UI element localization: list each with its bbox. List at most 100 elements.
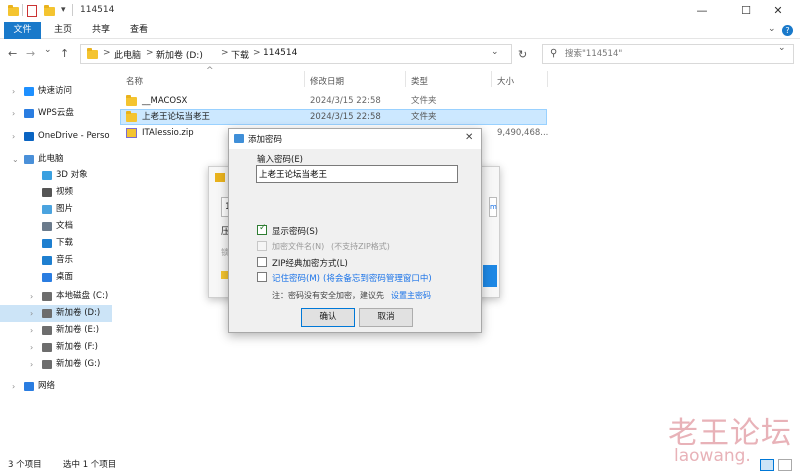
customize-toolbar-icon[interactable]: ▾ [61, 5, 66, 15]
new-folder-icon[interactable] [44, 5, 55, 16]
up-button[interactable]: ↑ [60, 47, 69, 60]
start-button[interactable] [483, 265, 497, 287]
sidebar-item-label: 桌面 [56, 272, 74, 282]
breadcrumb-current[interactable]: 114514 [263, 48, 297, 58]
encrypt-filenames-checkbox[interactable] [257, 241, 267, 251]
sidebar-item-label: 3D 对象 [56, 170, 88, 180]
details-view-button[interactable] [760, 459, 774, 471]
sidebar-item[interactable]: 新加卷 (E:) › [0, 322, 112, 339]
sidebar-item-label: 快速访问 [38, 86, 73, 96]
properties-icon[interactable] [27, 5, 37, 17]
key-icon [234, 134, 244, 143]
show-password-label: 显示密码(S) [272, 227, 319, 237]
tab-file[interactable]: 文件 [4, 22, 41, 39]
folder-icon [87, 48, 98, 59]
dialog-title: 添加密码 [248, 135, 283, 145]
file-size: 9,490,468... [497, 128, 549, 138]
expand-right-icon[interactable]: › [12, 128, 15, 145]
large-icons-view-button[interactable] [778, 459, 792, 471]
breadcrumb-drive-d[interactable]: 新加卷 (D:) [156, 48, 203, 61]
breadcrumb-downloads[interactable]: 下载 [231, 48, 249, 61]
sidebar-item[interactable]: 下载 [0, 235, 112, 252]
cancel-button[interactable]: 取消 [359, 308, 413, 327]
sidebar-item-label: 视频 [56, 187, 74, 197]
close-button[interactable]: ✕ [756, 0, 800, 22]
expand-right-icon[interactable]: › [12, 105, 15, 122]
help-icon[interactable]: ? [782, 25, 793, 36]
sidebar-item[interactable]: 3D 对象 [0, 167, 112, 184]
zip-legacy-checkbox[interactable] [257, 257, 267, 267]
breadcrumb-separator: > [221, 48, 229, 58]
expand-down-icon[interactable]: ⌄ [12, 151, 19, 168]
sidebar-item-label: 下载 [56, 238, 74, 248]
breadcrumb-separator: > [103, 48, 111, 58]
breadcrumb-this-pc[interactable]: 此电脑 [114, 48, 141, 61]
encrypt-filenames-label: 加密文件名(N) [272, 242, 325, 251]
security-note: 注：密码没有安全加密，建议先 [272, 291, 384, 300]
drive-icon [42, 343, 52, 352]
expand-right-icon[interactable]: › [30, 322, 33, 339]
close-icon[interactable]: ✕ [465, 132, 473, 143]
search-box[interactable]: ⚲ [542, 44, 794, 64]
search-dropdown-icon[interactable]: ⌄ [778, 43, 786, 53]
file-type: 文件夹 [411, 96, 437, 106]
divider [304, 71, 305, 87]
search-input[interactable] [565, 47, 785, 61]
sidebar-item[interactable]: 快速访问 › [0, 83, 112, 100]
tab-home[interactable]: 主页 [48, 22, 78, 39]
desktop-icon [42, 273, 52, 282]
sidebar-item[interactable]: 新加卷 (D:) › [0, 305, 112, 322]
browse-button[interactable]: m [489, 197, 497, 217]
address-dropdown-icon[interactable]: ⌄ [491, 47, 499, 57]
sidebar-item[interactable]: 此电脑 ⌄ [0, 151, 112, 168]
password-input[interactable] [256, 165, 458, 183]
recent-locations-button[interactable]: ⌄ [44, 45, 52, 55]
drive-icon [42, 360, 52, 369]
column-date[interactable]: 修改日期 [310, 75, 344, 87]
divider [405, 71, 406, 87]
sidebar-item[interactable]: OneDrive - Perso › [0, 128, 112, 145]
forward-button[interactable]: → [26, 47, 35, 60]
minimize-button[interactable]: — [680, 0, 724, 22]
divider [72, 4, 73, 16]
sidebar-item[interactable]: 新加卷 (F:) › [0, 339, 112, 356]
tab-share[interactable]: 共享 [86, 22, 116, 39]
selection-count: 选中 1 个项目 [63, 460, 117, 470]
picture-icon [42, 205, 52, 214]
file-row-selected[interactable]: 上老王论坛当老王 2024/3/15 22:58 文件夹 [120, 109, 547, 125]
sort-indicator-icon: ^ [206, 66, 214, 76]
expand-right-icon[interactable]: › [30, 288, 33, 305]
expand-right-icon[interactable]: › [30, 305, 33, 322]
address-bar[interactable]: > 此电脑 > 新加卷 (D:) > 下载 > 114514 ⌄ [80, 44, 512, 64]
sidebar-item[interactable]: 音乐 [0, 252, 112, 269]
refresh-button[interactable]: ↻ [518, 48, 527, 61]
sidebar-item[interactable]: 网络 › [0, 378, 112, 395]
sidebar-item[interactable]: 本地磁盘 (C:) › [0, 288, 112, 305]
column-size[interactable]: 大小 [497, 75, 514, 87]
ok-button[interactable]: 确认 [301, 308, 355, 327]
remember-password-checkbox[interactable] [257, 272, 267, 282]
tab-view[interactable]: 查看 [124, 22, 154, 39]
column-type[interactable]: 类型 [411, 75, 428, 87]
chevron-down-icon[interactable]: ⌄ [768, 24, 776, 34]
sidebar-item[interactable]: WPS云盘 › [0, 105, 112, 122]
expand-right-icon[interactable]: › [30, 339, 33, 356]
expand-right-icon[interactable]: › [12, 83, 15, 100]
show-password-checkbox[interactable]: ✓ [257, 223, 267, 235]
sidebar-item[interactable]: 桌面 [0, 269, 112, 286]
column-name[interactable]: 名称 [126, 75, 143, 87]
file-type: 文件夹 [411, 112, 437, 122]
set-master-password-link[interactable]: 设置主密码 [391, 290, 431, 301]
sidebar-item[interactable]: 视频 [0, 184, 112, 201]
network-icon [24, 382, 34, 391]
expand-right-icon[interactable]: › [30, 356, 33, 373]
expand-right-icon[interactable]: › [12, 378, 15, 395]
file-name: 上老王论坛当老王 [142, 112, 211, 122]
sidebar-item[interactable]: 新加卷 (G:) › [0, 356, 112, 373]
back-button[interactable]: ← [8, 47, 17, 60]
file-row[interactable]: __MACOSX 2024/3/15 22:58 文件夹 [120, 93, 547, 109]
sidebar-item[interactable]: 文档 [0, 218, 112, 235]
sidebar-item[interactable]: 图片 [0, 201, 112, 218]
divider [22, 4, 23, 16]
file-name: __MACOSX [142, 96, 188, 106]
